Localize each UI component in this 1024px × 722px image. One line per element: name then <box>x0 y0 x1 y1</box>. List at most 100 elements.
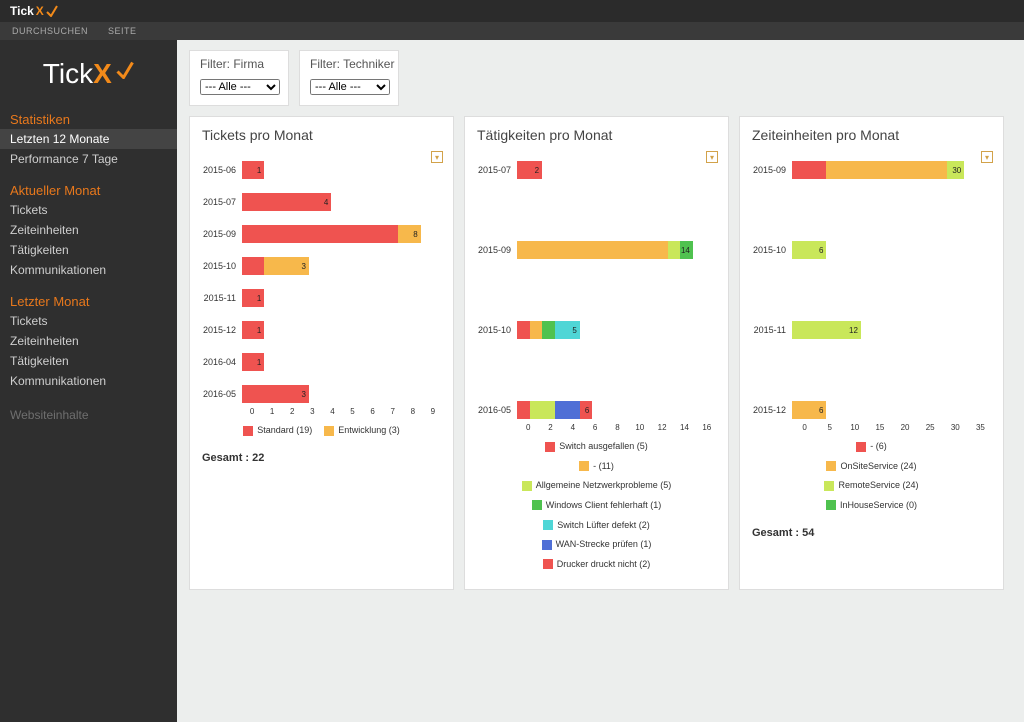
bar-segment: 8 <box>398 225 420 243</box>
chart-legend: Standard (19)Entwicklung (3) <box>202 422 441 442</box>
sidebar-item-taetigkeiten-a[interactable]: Tätigkeiten <box>0 240 177 260</box>
legend-label: Entwicklung (3) <box>338 422 400 439</box>
bar-stack: 4 <box>242 193 441 211</box>
legend-swatch-icon <box>532 500 542 510</box>
x-tick: 14 <box>673 423 695 432</box>
bar-stack: 1 <box>242 353 441 371</box>
legend-item: RemoteService (24) <box>824 477 918 494</box>
chart-row: 2015-0930 <box>752 161 991 179</box>
legend-swatch-icon <box>324 426 334 436</box>
x-tick: 8 <box>403 407 423 416</box>
y-axis-label: 2015-10 <box>477 325 517 335</box>
x-tick: 4 <box>322 407 342 416</box>
x-tick: 12 <box>651 423 673 432</box>
x-tick: 9 <box>423 407 443 416</box>
legend-label: Allgemeine Netzwerkprobleme (5) <box>536 477 672 494</box>
bar-segment: 1 <box>242 289 264 307</box>
legend-label: InHouseService (0) <box>840 497 917 514</box>
bar-segment: 3 <box>242 385 309 403</box>
bar-segment: 1 <box>242 353 264 371</box>
legend-swatch-icon <box>579 461 589 471</box>
y-axis-label: 2015-11 <box>202 293 242 303</box>
bar-segment: 6 <box>792 401 826 419</box>
chart-row: 2015-098 <box>202 225 441 243</box>
sidebar-logo: TickX <box>0 54 177 108</box>
chart-row: 2015-072 <box>477 161 716 179</box>
legend-item: Windows Client fehlerhaft (1) <box>532 497 662 514</box>
filter-label-firma: Filter: Firma <box>200 57 278 71</box>
chart-legend: - (6) OnSiteService (24) RemoteService (24… <box>752 438 991 517</box>
legend-label: - (6) <box>870 438 887 455</box>
legend-swatch-icon <box>543 559 553 569</box>
legend-item: OnSiteService (24) <box>826 458 916 475</box>
y-axis-label: 2015-09 <box>477 245 517 255</box>
sidebar-item-performance-7-tage[interactable]: Performance 7 Tage <box>0 149 177 169</box>
sidebar-item-websiteinhalte[interactable]: Websiteinhalte <box>0 405 177 425</box>
bar-stack: 1 <box>242 161 441 179</box>
sidebar-item-tickets-a[interactable]: Tickets <box>0 200 177 220</box>
legend-item: Entwicklung (3) <box>324 422 400 439</box>
x-tick: 0 <box>242 407 262 416</box>
chart-row: 2016-056 <box>477 401 716 419</box>
y-axis-label: 2015-09 <box>752 165 792 175</box>
chart-row: 2015-0914 <box>477 241 716 259</box>
x-tick: 3 <box>302 407 322 416</box>
sidebar-item-kommunikationen-a[interactable]: Kommunikationen <box>0 260 177 280</box>
chart-row: 2015-121 <box>202 321 441 339</box>
bar-segment <box>826 161 947 179</box>
chart-row: 2015-103 <box>202 257 441 275</box>
bar-stack: 30 <box>792 161 991 179</box>
bar-segment <box>542 321 555 339</box>
chart-total: Gesamt : 22 <box>202 452 441 464</box>
chart-title: Tickets pro Monat <box>202 127 441 143</box>
bar-stack: 14 <box>517 241 716 259</box>
bar-stack: 1 <box>242 321 441 339</box>
chart-row: 2016-053 <box>202 385 441 403</box>
x-tick: 2 <box>539 423 561 432</box>
legend-swatch-icon <box>522 481 532 491</box>
legend-swatch-icon <box>545 442 555 452</box>
bar-segment: 1 <box>242 161 264 179</box>
legend-item: - (6) <box>856 438 887 455</box>
legend-label: Windows Client fehlerhaft (1) <box>546 497 662 514</box>
charts-row: Tickets pro Monat▾2015-0612015-0742015-0… <box>189 116 1012 590</box>
legend-label: Switch ausgefallen (5) <box>559 438 648 455</box>
filter-select-techniker[interactable]: --- Alle --- <box>310 79 390 95</box>
logo-swoosh-icon <box>116 61 134 79</box>
legend-swatch-icon <box>826 461 836 471</box>
chart-legend: Switch ausgefallen (5)- (11)Allgemeine N… <box>477 438 716 575</box>
sidebar-item-letzten-12-monate[interactable]: Letzten 12 Monate <box>0 129 177 149</box>
brand-logo: TickX <box>10 4 58 18</box>
nav-seite[interactable]: SEITE <box>108 26 137 36</box>
legend-item: Allgemeine Netzwerkprobleme (5) <box>522 477 672 494</box>
sidebar: TickX Statistiken Letzten 12 Monate Perf… <box>0 40 177 722</box>
topbar: TickX <box>0 0 1024 22</box>
bar-segment: 12 <box>792 321 861 339</box>
sidebar-item-zeiteinheiten-l[interactable]: Zeiteinheiten <box>0 331 177 351</box>
bar-segment: 6 <box>792 241 826 259</box>
bar-segment <box>517 401 530 419</box>
brand-swoosh-icon <box>46 5 58 17</box>
bar-stack: 3 <box>242 257 441 275</box>
sidebar-item-tickets-l[interactable]: Tickets <box>0 311 177 331</box>
sidebar-item-kommunikationen-l[interactable]: Kommunikationen <box>0 371 177 391</box>
y-axis-label: 2015-12 <box>202 325 242 335</box>
legend-swatch-icon <box>826 500 836 510</box>
legend-label: Switch Lüfter defekt (2) <box>557 517 650 534</box>
bar-segment: 5 <box>555 321 580 339</box>
bar-stack: 6 <box>792 241 991 259</box>
y-axis-label: 2016-05 <box>202 389 242 399</box>
bar-stack: 5 <box>517 321 716 339</box>
brand-x: X <box>36 4 44 18</box>
y-axis-label: 2015-10 <box>202 261 242 271</box>
sidebar-item-zeiteinheiten-a[interactable]: Zeiteinheiten <box>0 220 177 240</box>
x-tick: 0 <box>792 423 817 432</box>
bar-stack: 1 <box>242 289 441 307</box>
y-axis-label: 2015-12 <box>752 405 792 415</box>
bar-segment <box>517 241 668 259</box>
x-tick: 6 <box>363 407 383 416</box>
nav-durchsuchen[interactable]: DURCHSUCHEN <box>12 26 88 36</box>
filter-select-firma[interactable]: --- Alle --- <box>200 79 280 95</box>
sidebar-item-taetigkeiten-l[interactable]: Tätigkeiten <box>0 351 177 371</box>
legend-swatch-icon <box>543 520 553 530</box>
